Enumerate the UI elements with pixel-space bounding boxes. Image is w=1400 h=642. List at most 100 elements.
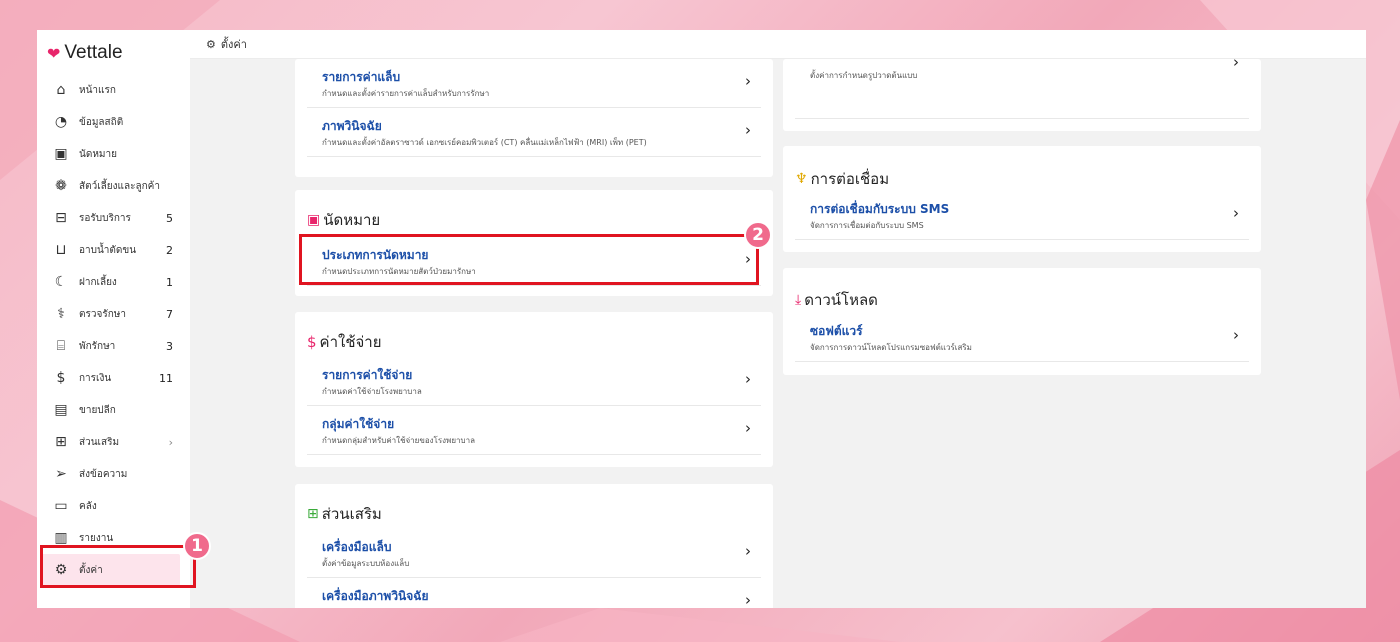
sidebar-item-waiting[interactable]: ⊟ รอรับบริการ 5: [37, 202, 190, 234]
card-title: ⊞ ส่วนเสริม: [307, 502, 382, 526]
plug-icon: ♆: [795, 171, 808, 187]
row-title: การต่อเชื่อมกับระบบ SMS: [810, 202, 950, 216]
sidebar-item-inpatient[interactable]: ⌸ พักรักษา 3: [37, 330, 190, 362]
sidebar-item-appointments[interactable]: ▣ นัดหมาย: [37, 138, 190, 170]
card-title: ▣ นัดหมาย: [307, 208, 380, 232]
sidebar-item-label: อาบน้ำตัดขน: [79, 244, 137, 256]
chevron-right-icon: ›: [745, 419, 751, 437]
highlight-settings: [40, 545, 196, 588]
settings-row-drawing-templates[interactable]: ตั้งค่าการกำหนดรูปวาดต้นแบบ ›: [795, 59, 1249, 119]
settings-row-lab-devices[interactable]: เครื่องมือแล็บ ตั้งค่าข้อมูลระบบห้องแล็บ…: [307, 529, 761, 578]
row-description: กำหนดค่าใช้จ่ายโรงพยาบาล: [322, 387, 422, 396]
row-description: กำหนดและตั้งค่าอัลตราซาวด์ เอกซเรย์คอมพิ…: [322, 138, 647, 147]
sidebar-item-grooming[interactable]: ⊔ อาบน้ำตัดขน 2: [37, 234, 190, 266]
sidebar-item-label: สัตว์เลี้ยงและลูกค้า: [79, 180, 160, 192]
card-title-label: ดาวน์โหลด: [804, 291, 878, 309]
brand-name: Vettale: [64, 42, 123, 63]
row-title: รายการค่าแล็บ: [322, 70, 401, 84]
sidebar-item-count: 1: [166, 275, 173, 289]
bed-icon: ⌸: [56, 338, 66, 354]
sidebar-item-pets-clients[interactable]: ❁ สัตว์เลี้ยงและลูกค้า: [37, 170, 190, 202]
row-title: ภาพวินิจฉัย: [322, 119, 382, 133]
plus-box-icon: ⊞: [307, 506, 319, 522]
sidebar-item-count: 5: [166, 211, 173, 225]
sidebar-item-home[interactable]: ⌂ หน้าแรก: [37, 74, 190, 106]
row-title: ซอฟต์แวร์: [810, 324, 863, 338]
row-title: กลุ่มค่าใช้จ่าย: [322, 417, 395, 431]
card-title: $ ค่าใช้จ่าย: [307, 330, 382, 354]
settings-content: รายการค่าแล็บ กำหนดและตั้งค่ารายการค่าแล…: [190, 59, 1366, 608]
settings-row-expense-items[interactable]: รายการค่าใช้จ่าย กำหนดค่าใช้จ่ายโรงพยาบา…: [307, 357, 761, 406]
row-title: เครื่องมือภาพวินิจฉัย: [322, 589, 429, 603]
step-badge-1: 1: [183, 532, 211, 560]
row-title: เครื่องมือแล็บ: [322, 540, 392, 554]
card-title-label: ส่วนเสริม: [321, 505, 382, 523]
heart-logo-icon: ❤: [47, 43, 61, 63]
sidebar-item-finance[interactable]: $ การเงิน 11: [37, 362, 190, 394]
card-title: ⤓ ดาวน์โหลด: [795, 288, 878, 312]
sidebar-item-label: นัดหมาย: [79, 148, 117, 160]
chevron-right-icon: ›: [745, 591, 751, 608]
bath-icon: ⊔: [55, 242, 67, 258]
row-description: ตั้งค่าข้อมูลระบบห้องแล็บ: [322, 559, 410, 568]
chevron-right-icon: ›: [745, 542, 751, 560]
sidebar-item-label: ข้อมูลสถิติ: [79, 116, 124, 128]
sidebar-item-label: ฝากเลี้ยง: [79, 276, 117, 288]
money-icon: $: [56, 370, 66, 386]
sidebar-item-label: การเงิน: [79, 372, 112, 384]
card-title: ♆ การต่อเชื่อม: [795, 167, 889, 191]
sidebar-item-messages[interactable]: ➢ ส่งข้อความ: [37, 458, 190, 490]
settings-row-lab-fees[interactable]: รายการค่าแล็บ กำหนดและตั้งค่ารายการค่าแล…: [307, 59, 761, 108]
chart-icon: ▥: [54, 530, 68, 546]
row-description: ตั้งค่าการกำหนดรูปวาดต้นแบบ: [810, 71, 918, 80]
logo[interactable]: ❤ Vettale: [47, 42, 123, 64]
sidebar-item-label: ตรวจรักษา: [79, 308, 126, 320]
settings-row-sms[interactable]: การต่อเชื่อมกับระบบ SMS จัดการการเชื่อมต…: [795, 191, 1249, 240]
settings-card-lab: รายการค่าแล็บ กำหนดและตั้งค่ารายการค่าแล…: [295, 59, 773, 177]
settings-row-expense-groups[interactable]: กลุ่มค่าใช้จ่าย กำหนดกลุ่มสำหรับค่าใช้จ่…: [307, 406, 761, 455]
paw-icon: ❁: [55, 178, 67, 194]
sidebar-item-count: 7: [166, 307, 173, 321]
sidebar-item-stats[interactable]: ◔ ข้อมูลสถิติ: [37, 106, 190, 138]
sidebar-item-label: คลัง: [79, 500, 97, 512]
highlight-appointment-types: [299, 234, 759, 285]
sidebar-item-label: ส่งข้อความ: [79, 468, 128, 480]
home-icon: ⌂: [56, 82, 66, 98]
gear-icon: ⚙: [206, 37, 216, 51]
chevron-right-icon: ›: [745, 72, 751, 90]
sidebar-item-count: 2: [166, 243, 173, 257]
sidebar-item-count: 11: [159, 371, 173, 385]
settings-card-addons: ⊞ ส่วนเสริม เครื่องมือแล็บ ตั้งค่าข้อมูล…: [295, 484, 773, 608]
card-title-label: การต่อเชื่อม: [810, 170, 890, 188]
card-title-label: ค่าใช้จ่าย: [319, 333, 382, 351]
sidebar-item-retail[interactable]: ▤ ขายปลีก: [37, 394, 190, 426]
chevron-right-icon: ›: [1233, 326, 1239, 344]
chevron-right-icon: ›: [745, 121, 751, 139]
sidebar-item-treatment[interactable]: ⚕ ตรวจรักษา 7: [37, 298, 190, 330]
sidebar-item-inventory[interactable]: ▭ คลัง: [37, 490, 190, 522]
sidebar-item-addons[interactable]: ⊞ ส่วนเสริม ›: [37, 426, 190, 458]
send-icon: ➢: [55, 466, 67, 482]
calendar-icon: ▣: [307, 212, 321, 228]
settings-row-software[interactable]: ซอฟต์แวร์ จัดการการดาวน์โหลดโปรแกรมซอฟต์…: [795, 313, 1249, 362]
sidebar-item-label: ขายปลีก: [79, 404, 116, 416]
sidebar-item-label: พักรักษา: [79, 340, 116, 352]
stats-icon: ◔: [54, 114, 68, 130]
sidebar-item-label: ส่วนเสริม: [79, 436, 120, 448]
chevron-right-icon: ›: [1233, 204, 1239, 222]
sidebar: ❤ Vettale ⌂ หน้าแรก ◔ ข้อมูลสถิติ ▣ นัดหมาย…: [37, 30, 190, 608]
settings-row-imaging-devices[interactable]: เครื่องมือภาพวินิจฉัย ›: [307, 578, 761, 608]
sidebar-item-label: หน้าแรก: [79, 84, 116, 96]
calendar-icon: ▣: [54, 146, 68, 162]
archive-icon: ▭: [54, 498, 68, 514]
sidebar-item-boarding[interactable]: ☾ ฝากเลี้ยง 1: [37, 266, 190, 298]
settings-card-drawing: ตั้งค่าการกำหนดรูปวาดต้นแบบ ›: [783, 59, 1261, 131]
settings-row-imaging[interactable]: ภาพวินิจฉัย กำหนดและตั้งค่าอัลตราซาวด์ เ…: [307, 108, 761, 157]
plus-box-icon: ⊞: [55, 434, 67, 450]
dollar-icon: $: [307, 333, 317, 351]
breadcrumb: ⚙ ตั้งค่า: [190, 30, 1366, 59]
card-title-label: นัดหมาย: [323, 211, 381, 229]
row-description: กำหนดกลุ่มสำหรับค่าใช้จ่ายของโรงพยาบาล: [322, 436, 475, 445]
row-description: จัดการการเชื่อมต่อกับระบบ SMS: [810, 221, 924, 230]
settings-card-expense: $ ค่าใช้จ่าย รายการค่าใช้จ่าย กำหนดค่าใช…: [295, 312, 773, 467]
